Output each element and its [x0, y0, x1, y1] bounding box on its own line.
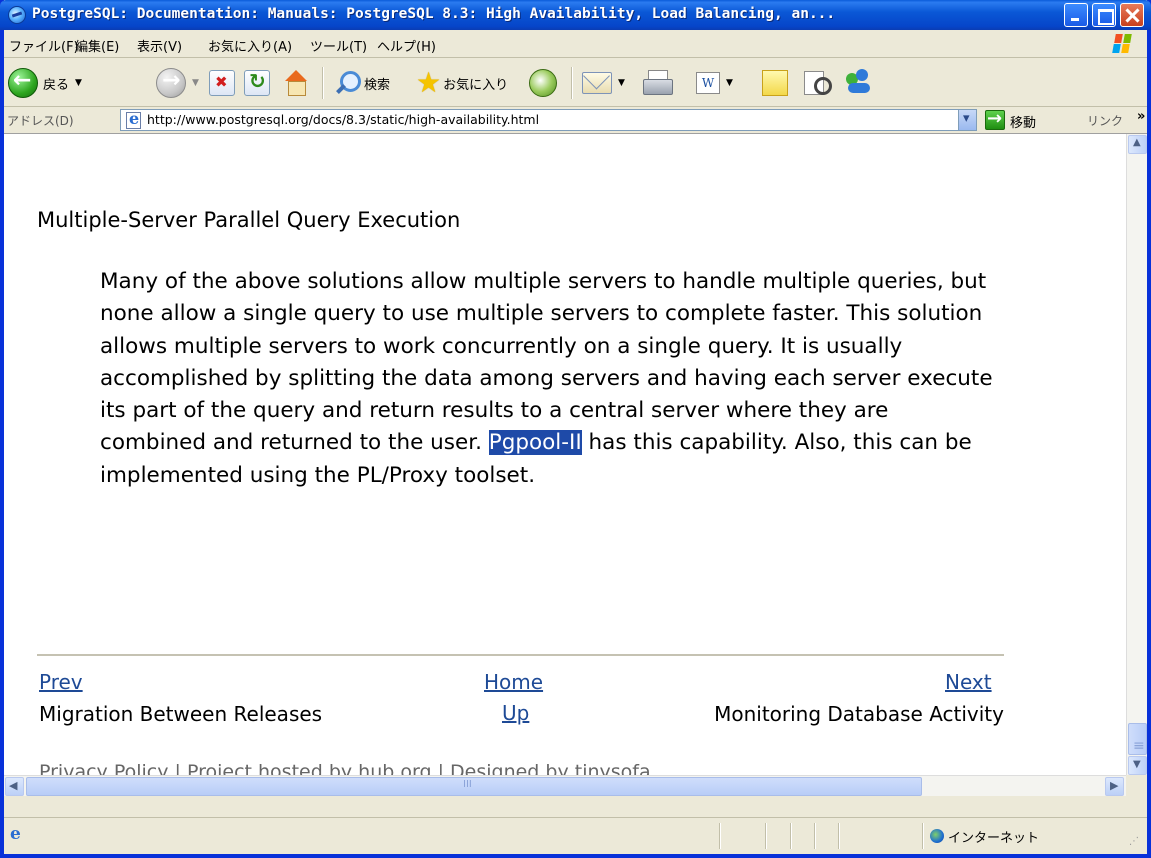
- media-icon: [529, 69, 557, 97]
- prev-link[interactable]: Prev: [39, 670, 83, 694]
- section-title: Multiple-Server Parallel Query Execution: [37, 208, 461, 232]
- standard-toolbar: 戻る ▼ ▼ 検索 ★ お気に入り ▼: [4, 59, 1147, 107]
- search-label: 検索: [364, 77, 391, 93]
- pgpool-link[interactable]: Pgpool-II: [488, 430, 582, 456]
- horizontal-scrollbar[interactable]: [4, 775, 1147, 796]
- horizontal-scroll-thumb[interactable]: [26, 777, 922, 796]
- page-viewport: Multiple-Server Parallel Query Execution…: [4, 133, 1147, 796]
- section-paragraph: Many of the above solutions allow multip…: [100, 266, 1000, 492]
- discuss-button[interactable]: [762, 65, 788, 101]
- refresh-button[interactable]: [244, 65, 270, 101]
- refresh-icon: [244, 69, 270, 96]
- security-zone-label: インターネット: [948, 831, 1040, 846]
- menu-file[interactable]: ファイル(F): [9, 36, 79, 55]
- menu-edit[interactable]: 編集(E): [75, 36, 119, 55]
- resize-grip-icon[interactable]: ⋰: [1129, 836, 1139, 847]
- printer-icon: [642, 70, 673, 96]
- stop-button[interactable]: [209, 65, 235, 101]
- search-icon: [332, 69, 361, 97]
- menu-favorites[interactable]: お気に入り(A): [208, 36, 292, 55]
- address-input[interactable]: http://www.postgresql.org/docs/8.3/stati…: [120, 109, 977, 131]
- research-button[interactable]: [802, 65, 832, 101]
- search-button[interactable]: 検索: [332, 65, 390, 101]
- messenger-button[interactable]: [842, 65, 876, 101]
- links-more-button[interactable]: »: [1137, 109, 1145, 124]
- vertical-scroll-thumb[interactable]: [1128, 723, 1147, 755]
- chevron-down-icon: ▼: [75, 78, 82, 88]
- home-button[interactable]: [281, 65, 309, 101]
- scroll-up-button[interactable]: [1128, 135, 1147, 154]
- prev-page-title: Migration Between Releases: [39, 702, 323, 726]
- stop-icon: [209, 70, 235, 96]
- star-icon: ★: [416, 66, 442, 99]
- media-button[interactable]: [529, 65, 557, 101]
- address-dropdown-button[interactable]: [958, 110, 976, 130]
- chevron-down-icon: ▼: [192, 78, 199, 88]
- chevron-down-icon: ▼: [726, 78, 733, 88]
- next-link[interactable]: Next: [945, 670, 992, 694]
- scroll-corner: [1126, 775, 1147, 796]
- page-icon: [125, 109, 142, 129]
- close-button[interactable]: [1120, 3, 1144, 27]
- forward-button[interactable]: ▼: [156, 65, 199, 101]
- paragraph-text: Many of the above solutions allow multip…: [100, 269, 993, 456]
- address-url[interactable]: http://www.postgresql.org/docs/8.3/stati…: [147, 112, 539, 127]
- scroll-left-button[interactable]: [5, 777, 24, 796]
- page-status-icon: [8, 824, 25, 845]
- window-title: PostgreSQL: Documentation: Manuals: Post…: [32, 6, 836, 22]
- home-link[interactable]: Home: [484, 670, 543, 694]
- page-content: Multiple-Server Parallel Query Execution…: [4, 134, 1125, 796]
- mail-icon: [582, 72, 612, 94]
- forward-arrow-icon: [156, 68, 186, 98]
- status-bar: インターネット ⋰: [4, 817, 1147, 854]
- chevron-down-icon: ▼: [618, 78, 625, 88]
- browser-window: PostgreSQL: Documentation: Manuals: Post…: [0, 0, 1151, 858]
- research-icon: [802, 69, 832, 97]
- word-icon: W: [696, 72, 720, 94]
- ie-logo-icon: [8, 6, 26, 24]
- windows-flag-icon: [1107, 32, 1143, 56]
- address-bar: アドレス(D) http://www.postgresql.org/docs/8…: [4, 107, 1147, 133]
- back-label: 戻る: [43, 77, 70, 93]
- home-icon: [281, 69, 309, 97]
- print-button[interactable]: [642, 65, 673, 101]
- next-page-title: Monitoring Database Activity: [714, 702, 1004, 726]
- back-arrow-icon: [8, 68, 38, 98]
- menu-help[interactable]: ヘルプ(H): [377, 36, 436, 55]
- back-button[interactable]: 戻る ▼: [8, 65, 82, 101]
- favorites-label: お気に入り: [443, 77, 509, 93]
- go-arrow-icon[interactable]: [985, 108, 1005, 130]
- mail-button[interactable]: ▼: [582, 65, 625, 101]
- minimize-button[interactable]: [1064, 3, 1088, 27]
- address-label: アドレス(D): [7, 114, 74, 128]
- note-icon: [762, 70, 788, 96]
- menu-view[interactable]: 表示(V): [137, 36, 182, 55]
- vertical-scrollbar[interactable]: [1126, 134, 1147, 796]
- links-button[interactable]: リンク: [1087, 112, 1123, 129]
- internet-zone-icon: [930, 829, 944, 843]
- title-bar[interactable]: PostgreSQL: Documentation: Manuals: Post…: [0, 0, 1151, 30]
- edit-button[interactable]: W ▼: [696, 65, 733, 101]
- messenger-icon: [842, 69, 876, 97]
- go-button[interactable]: 移動: [1010, 112, 1036, 131]
- nav-divider: [37, 654, 1004, 656]
- menu-tools[interactable]: ツール(T): [310, 36, 367, 55]
- up-link[interactable]: Up: [502, 701, 529, 725]
- scroll-right-button[interactable]: [1105, 777, 1124, 796]
- menu-bar: ファイル(F) 編集(E) 表示(V) お気に入り(A) ツール(T) ヘルプ(…: [4, 30, 1147, 58]
- maximize-button[interactable]: [1092, 3, 1116, 27]
- scroll-down-button[interactable]: [1128, 756, 1147, 775]
- favorites-button[interactable]: ★ お気に入り: [416, 65, 508, 101]
